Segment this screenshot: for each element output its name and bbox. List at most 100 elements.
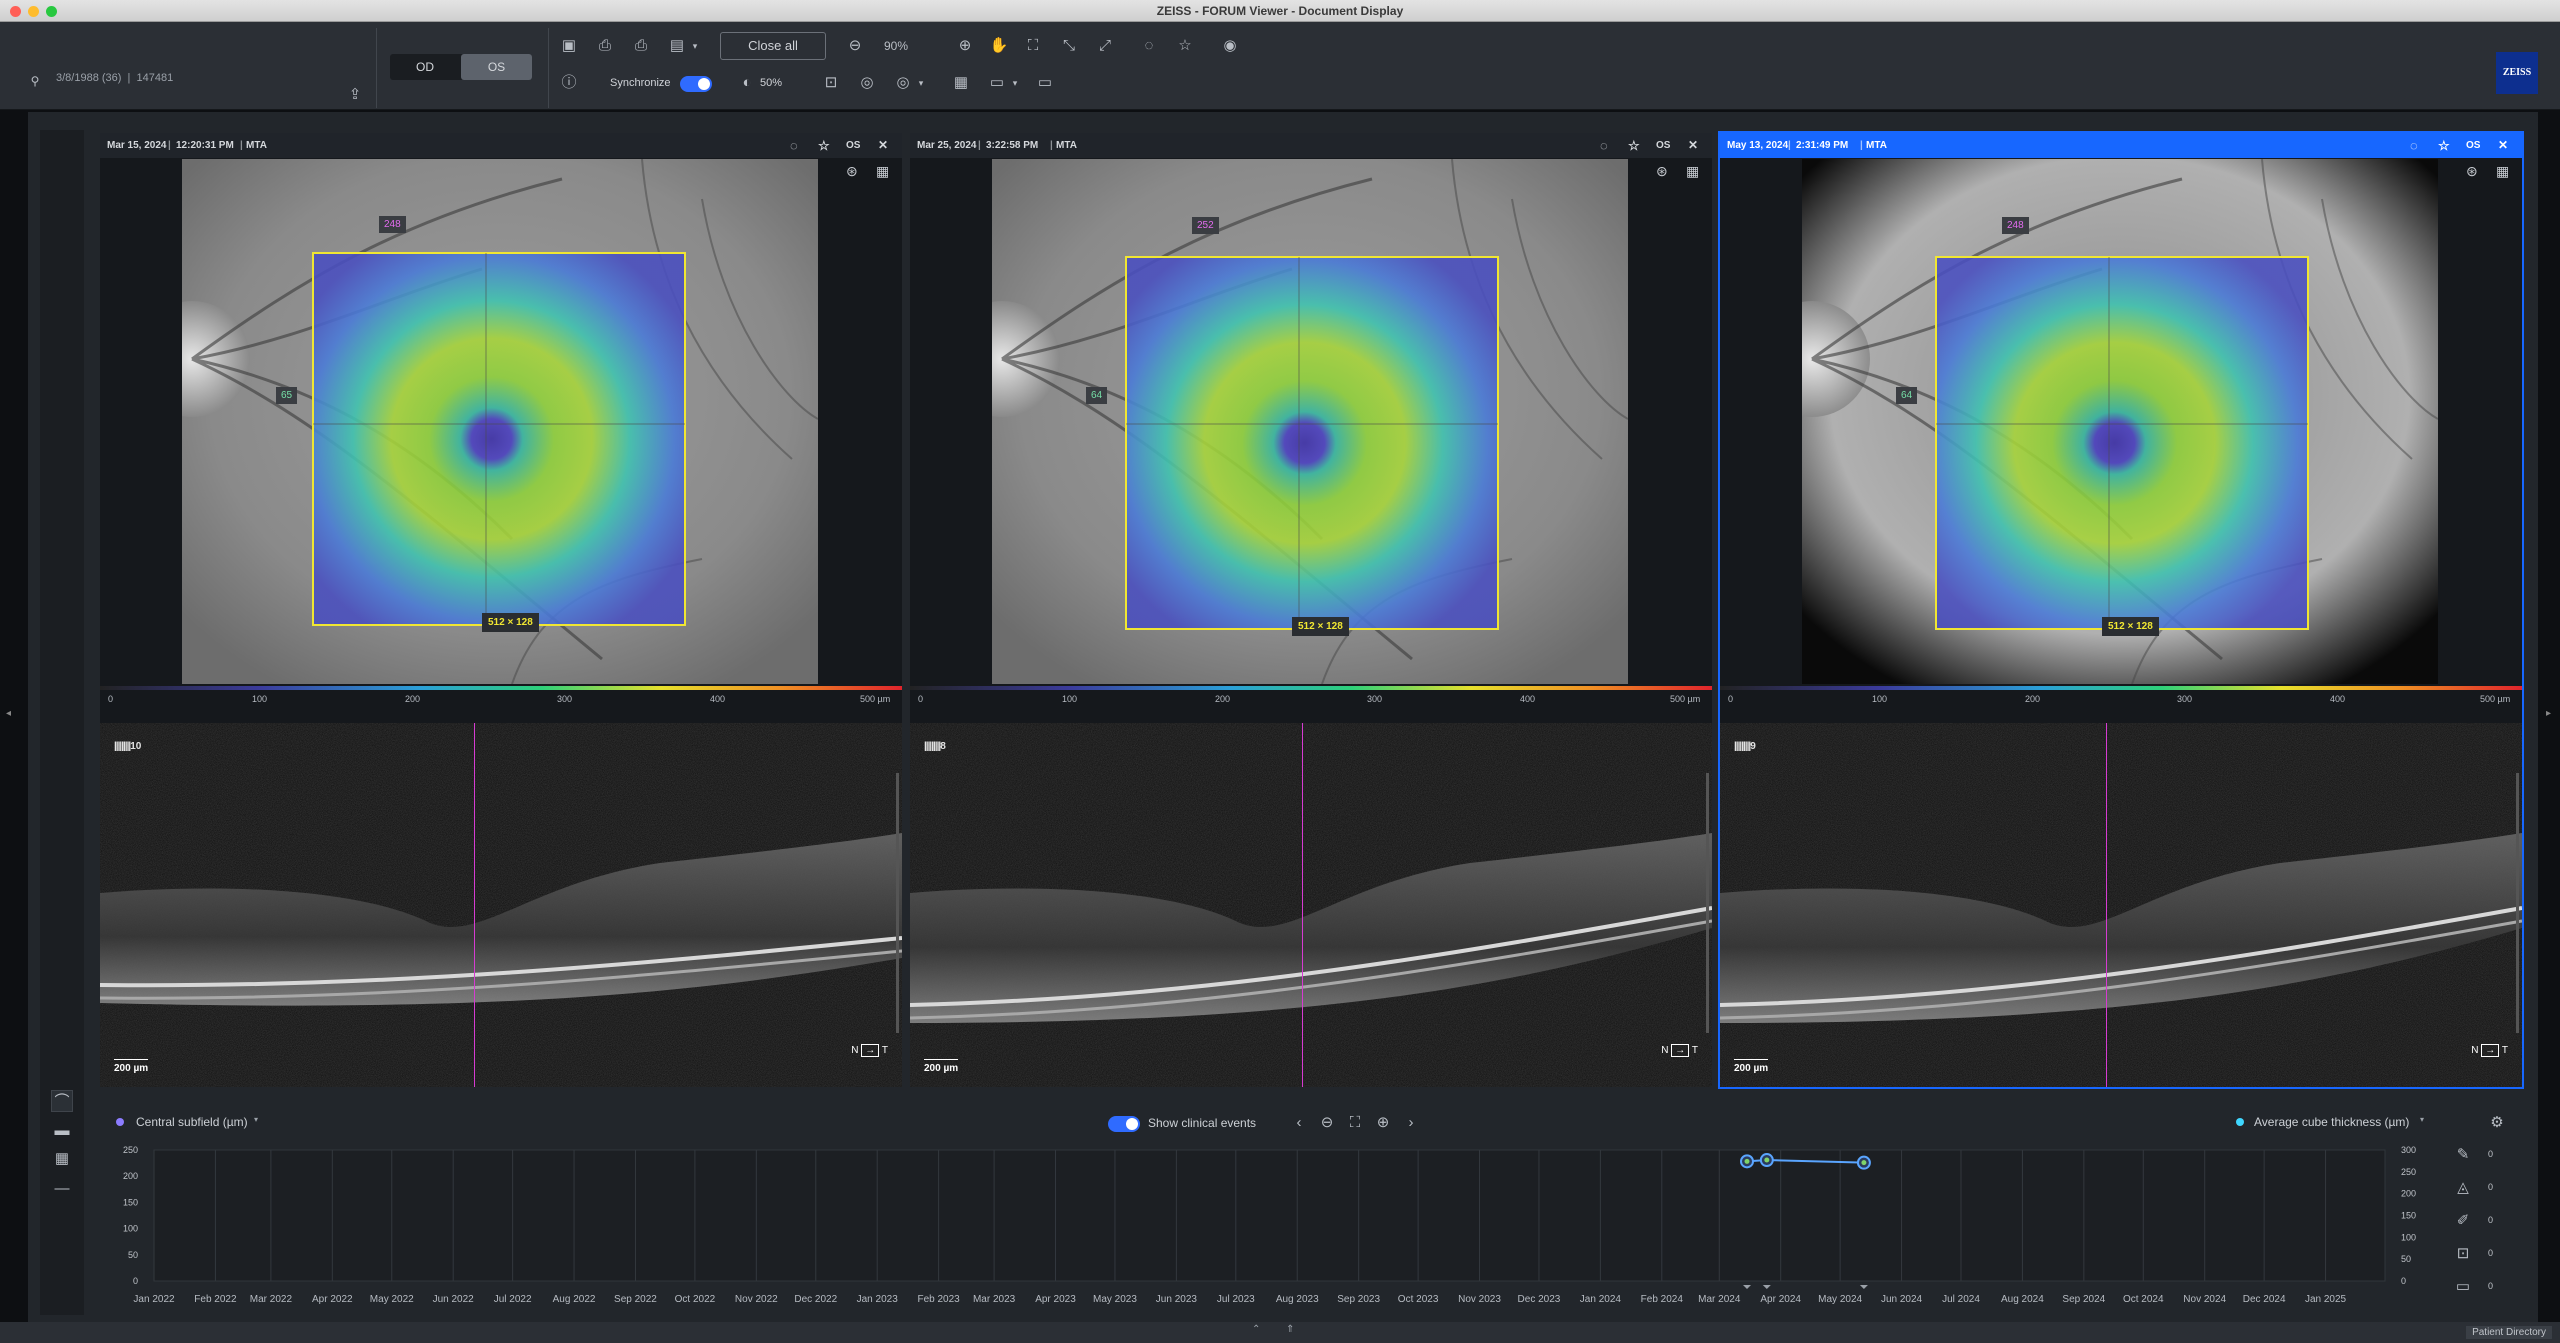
thickness-scale: 0 100 200 300 400 500 µm (100, 686, 902, 712)
grid-select-icon[interactable]: ⊡ (820, 72, 842, 94)
zoom-in-icon[interactable]: ⊕ (954, 35, 976, 57)
scale-tick-label: 100 (252, 694, 268, 704)
exam-time: 2:31:49 PM (1796, 140, 1849, 151)
grid-overlay-icon[interactable]: ▦ (876, 163, 889, 180)
chevron-up-icon[interactable]: ⌃ (1252, 1324, 1260, 1335)
exam-time: 12:20:31 PM (176, 140, 234, 151)
analysis-icon[interactable]: ⊛ (846, 163, 858, 180)
graph-fit-icon[interactable]: ⛶ (1344, 1112, 1366, 1134)
pan-hand-icon[interactable]: ✋ (988, 35, 1010, 57)
prev-icon[interactable]: ‹ (1288, 1112, 1310, 1134)
comment-icon[interactable]: ◌ (1600, 133, 1608, 158)
overlay-opacity[interactable]: 50% (760, 77, 782, 89)
oct-bscan[interactable]: |||||||||8 200 µm N → T (910, 723, 1712, 1087)
annotation-icon[interactable]: ⊡ (2452, 1243, 2474, 1265)
star-icon[interactable]: ☆ (818, 133, 830, 158)
exam-date: Mar 15, 2024 (107, 140, 167, 151)
fit-icon[interactable]: ⛶ (1022, 35, 1044, 57)
grid-overlay-icon[interactable]: ▦ (2496, 163, 2509, 180)
close-panel-icon[interactable]: ✕ (2498, 133, 2508, 158)
exam-panel[interactable]: May 13, 2024 | 2:31:49 PM | MTA ◌ ☆ OS ✕ (1718, 131, 2524, 1089)
region-icon[interactable]: ◎ (856, 72, 878, 94)
clinical-events-toggle[interactable] (1108, 1116, 1140, 1132)
fundus-image[interactable]: 252 64 512 × 128 (992, 159, 1628, 684)
patient-directory-button[interactable]: Patient Directory (2466, 1326, 2552, 1339)
side-count: 0 (2488, 1215, 2494, 1225)
screenshot-icon[interactable]: ▭ (1034, 72, 1056, 94)
measure-icon[interactable]: ✐ (2452, 1210, 2474, 1232)
chevron-down-icon[interactable]: ▾ (2420, 1115, 2424, 1124)
scan-dimension: 512 × 128 (2102, 617, 2159, 636)
exam-panel[interactable]: Mar 15, 2024 | 12:20:31 PM | MTA ◌ ☆ OS … (100, 133, 902, 1087)
analysis-icon[interactable]: ⊛ (2466, 163, 2478, 180)
chevron-down-icon[interactable]: ▾ (910, 72, 932, 94)
chevron-down-icon[interactable]: ▾ (254, 1115, 258, 1124)
chevron-down-icon[interactable]: ▾ (1004, 72, 1026, 94)
chevron-double-up-icon[interactable]: ⇑ (1286, 1324, 1294, 1335)
analysis-icon[interactable]: ⊛ (1656, 163, 1668, 180)
exam-time: 3:22:58 PM (986, 140, 1039, 151)
os-button[interactable]: OS (461, 54, 532, 80)
scale-tick-label: 400 (1520, 694, 1536, 704)
star-icon[interactable]: ☆ (2438, 133, 2450, 158)
calendar-icon[interactable]: ▭ (2452, 1276, 2474, 1298)
fundus-image[interactable]: 248 64 512 × 128 (1802, 159, 2438, 684)
overlay-icon[interactable]: ◐ (736, 72, 758, 94)
orientation-nt: N → T (851, 1044, 888, 1057)
collapse-icon[interactable]: ⤡ (1058, 35, 1080, 57)
eye-icon[interactable]: ◉ (1219, 35, 1241, 57)
trend-view-icon[interactable]: ⌒ (51, 1090, 73, 1112)
table-view-icon[interactable]: ▦ (51, 1148, 73, 1170)
scan-type: MTA (246, 140, 267, 151)
info-icon[interactable]: ⓘ (558, 72, 580, 94)
bscan-position-line[interactable] (474, 723, 475, 1087)
graph-settings-gear-icon[interactable]: ⚙ (2486, 1112, 2508, 1134)
comment-icon[interactable]: ◌ (2410, 133, 2418, 158)
od-button[interactable]: OD (390, 54, 460, 80)
zeiss-logo: ZEISS (2496, 52, 2538, 94)
fundus-image[interactable]: 248 65 512 × 128 (182, 159, 818, 684)
right-series-label[interactable]: Average cube thickness (µm) (2254, 1115, 2409, 1129)
eye-label: OS (2466, 140, 2481, 151)
print-icon[interactable]: ⎙ (630, 35, 652, 57)
comment-icon[interactable]: ◌ (790, 133, 798, 158)
print-preview-icon[interactable]: ⎙ (594, 35, 616, 57)
chevron-down-icon[interactable]: ▾ (684, 35, 706, 57)
scan-type: MTA (1056, 140, 1077, 151)
expand-right-icon[interactable]: ▸ (2546, 708, 2551, 719)
scale-tick-label: 400 (710, 694, 726, 704)
graph-zoom-in-icon[interactable]: ⊕ (1372, 1112, 1394, 1134)
layout-icon[interactable]: ▦ (950, 72, 972, 94)
grid-overlay-icon[interactable]: ▦ (1686, 163, 1699, 180)
shape-icon[interactable]: ◬ (2452, 1177, 2474, 1199)
bscan-position-line[interactable] (1302, 723, 1303, 1087)
exam-panel[interactable]: Mar 25, 2024 | 3:22:58 PM | MTA ◌ ☆ OS ✕ (910, 133, 1712, 1087)
close-panel-icon[interactable]: ✕ (878, 133, 888, 158)
zoom-out-icon[interactable]: ⊖ (844, 35, 866, 57)
pen-icon[interactable]: ✎ (2452, 1144, 2474, 1166)
left-series-label[interactable]: Central subfield (µm) (136, 1115, 248, 1129)
export-icon[interactable]: ⇪ (344, 84, 366, 106)
graph-zoom-out-icon[interactable]: ⊖ (1316, 1112, 1338, 1134)
expand-icon[interactable]: ⤢ (1094, 35, 1116, 57)
scale-tick-label: 100 (1872, 694, 1888, 704)
save-icon[interactable]: ▣ (558, 35, 580, 57)
star-icon[interactable]: ☆ (1174, 35, 1196, 57)
thickness-top-tag: 248 (379, 216, 406, 233)
next-icon[interactable]: › (1400, 1112, 1422, 1134)
bscan-position-line[interactable] (2106, 723, 2107, 1087)
synchronize-toggle[interactable] (680, 76, 712, 92)
comment-icon[interactable]: ◌ (1138, 35, 1160, 57)
side-count: 0 (2488, 1248, 2494, 1258)
star-icon[interactable]: ☆ (1628, 133, 1640, 158)
zoom-level[interactable]: 90% (884, 39, 908, 53)
scan-dimension: 512 × 128 (482, 613, 539, 632)
oct-bscan[interactable]: |||||||||10 200 µm N → T (100, 723, 902, 1087)
close-panel-icon[interactable]: ✕ (1688, 133, 1698, 158)
status-bar: Patient Directory ⌃ ⇑ (0, 1322, 2560, 1343)
oct-bscan[interactable]: |||||||||9 200 µm N → T (1720, 723, 2522, 1087)
report-view-icon[interactable]: ▬ (51, 1120, 73, 1142)
close-all-button[interactable]: Close all (720, 32, 826, 60)
collapse-panel-icon[interactable]: — (51, 1178, 73, 1200)
expand-left-icon[interactable]: ◂ (6, 708, 11, 719)
